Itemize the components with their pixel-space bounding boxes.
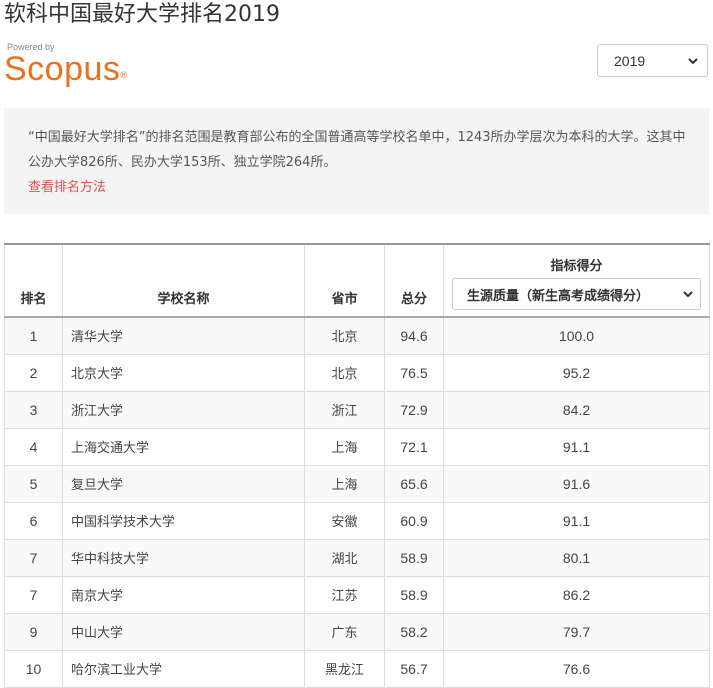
indicator-score-cell: 95.2 [443, 353, 710, 392]
province-cell: 浙江 [304, 390, 385, 429]
province-cell: 湖北 [304, 538, 385, 577]
score-cell: 56.7 [384, 649, 444, 688]
school-name-cell: 华中科技大学 [62, 538, 305, 577]
province-cell: 黑龙江 [304, 649, 385, 688]
province-cell: 广东 [304, 612, 385, 651]
ranking-table: 排名 学校名称 省市 总分 指标得分 生源质量（新生高考成绩得分） 1 清华大学北… [4, 243, 710, 688]
header-score[interactable]: 总分 [384, 243, 444, 318]
table-header-row: 排名 学校名称 省市 总分 指标得分 生源质量（新生高考成绩得分） [4, 243, 710, 318]
rank-cell: 9 [4, 612, 63, 651]
score-cell: 58.2 [384, 612, 444, 651]
province-cell: 安徽 [304, 501, 385, 540]
score-cell: 65.6 [384, 464, 444, 503]
rank-cell: 1 [4, 316, 63, 355]
school-name-cell: 复旦大学 [62, 464, 305, 503]
indicator-score-cell: 79.7 [443, 612, 710, 651]
table-row: 7 华中科技大学 湖北 58.9 80.1 [4, 538, 710, 577]
province-cell: 北京 [304, 353, 385, 392]
scopus-wordmark: Scopus [4, 50, 121, 88]
rank-cell: 7 [4, 575, 63, 614]
rank-cell: 3 [4, 390, 63, 429]
school-name-cell: 中国科学技术大学 [62, 501, 305, 540]
indicator-select-value: 生源质量（新生高考成绩得分） [467, 288, 650, 304]
rank-cell: 10 [4, 649, 63, 688]
table-row: 2 北京大学 北京 76.5 95.2 [4, 353, 710, 392]
indicator-score-cell: 100.0 [443, 316, 710, 355]
rank-cell: 7 [4, 538, 63, 577]
year-select-value: 2019 [614, 52, 646, 69]
indicator-score-cell: 84.2 [443, 390, 710, 429]
indicator-select[interactable]: 生源质量（新生高考成绩得分） [452, 278, 701, 310]
scopus-logo-text: Scopus® [4, 47, 128, 91]
chevron-down-icon [688, 57, 698, 64]
page-title: 软科中国最好大学排名2019 [4, 2, 280, 27]
school-name-cell: 南京大学 [62, 575, 305, 614]
header-school[interactable]: 学校名称 [62, 243, 305, 318]
score-cell: 94.6 [384, 316, 444, 355]
ranking-method-link[interactable]: 查看排名方法 [28, 175, 687, 200]
rank-cell: 6 [4, 501, 63, 540]
indicator-score-cell: 91.1 [443, 427, 710, 466]
indicator-score-cell: 80.1 [443, 538, 710, 577]
score-cell: 60.9 [384, 501, 444, 540]
year-select[interactable]: 2019 [597, 44, 708, 77]
score-cell: 72.1 [384, 427, 444, 466]
header-indicator: 指标得分 生源质量（新生高考成绩得分） [443, 243, 710, 318]
school-name-cell: 哈尔滨工业大学 [62, 649, 305, 688]
table-row: 1 清华大学 北京 94.6 100.0 [4, 316, 710, 355]
table-row: 3 浙江大学 浙江 72.9 84.2 [4, 390, 710, 429]
score-cell: 58.9 [384, 575, 444, 614]
school-name-cell: 上海交通大学 [62, 427, 305, 466]
indicator-score-cell: 86.2 [443, 575, 710, 614]
info-text: “中国最好大学排名”的排名范围是教育部公布的全国普通高等学校名单中，1243所办… [28, 130, 686, 170]
table-row: 7 南京大学 江苏 58.9 86.2 [4, 575, 710, 614]
school-name-cell: 浙江大学 [62, 390, 305, 429]
indicator-label: 指标得分 [550, 259, 603, 274]
province-cell: 上海 [304, 464, 385, 503]
province-cell: 北京 [304, 316, 385, 355]
table-row: 6 中国科学技术大学 安徽 60.9 91.1 [4, 501, 710, 540]
table-row: 4 上海交通大学 上海 72.1 91.1 [4, 427, 710, 466]
table-row: 10 哈尔滨工业大学 黑龙江 56.7 76.6 [4, 649, 710, 688]
score-cell: 58.9 [384, 538, 444, 577]
rank-cell: 2 [4, 353, 63, 392]
province-cell: 江苏 [304, 575, 385, 614]
chevron-down-icon [683, 291, 693, 298]
rank-cell: 4 [4, 427, 63, 466]
indicator-score-cell: 91.6 [443, 464, 710, 503]
province-cell: 上海 [304, 427, 385, 466]
score-cell: 72.9 [384, 390, 444, 429]
indicator-score-cell: 91.1 [443, 501, 710, 540]
school-name-cell: 北京大学 [62, 353, 305, 392]
rank-cell: 5 [4, 464, 63, 503]
header-province[interactable]: 省市 [304, 243, 385, 318]
school-name-cell: 中山大学 [62, 612, 305, 651]
info-box: “中国最好大学排名”的排名范围是教育部公布的全国普通高等学校名单中，1243所办… [4, 108, 709, 214]
indicator-score-cell: 76.6 [443, 649, 710, 688]
score-cell: 76.5 [384, 353, 444, 392]
table-row: 5 复旦大学 上海 65.6 91.6 [4, 464, 710, 503]
header-rank[interactable]: 排名 [4, 243, 63, 318]
table-row: 9 中山大学 广东 58.2 79.7 [4, 612, 710, 651]
registered-mark: ® [120, 70, 128, 80]
school-name-cell: 清华大学 [62, 316, 305, 355]
